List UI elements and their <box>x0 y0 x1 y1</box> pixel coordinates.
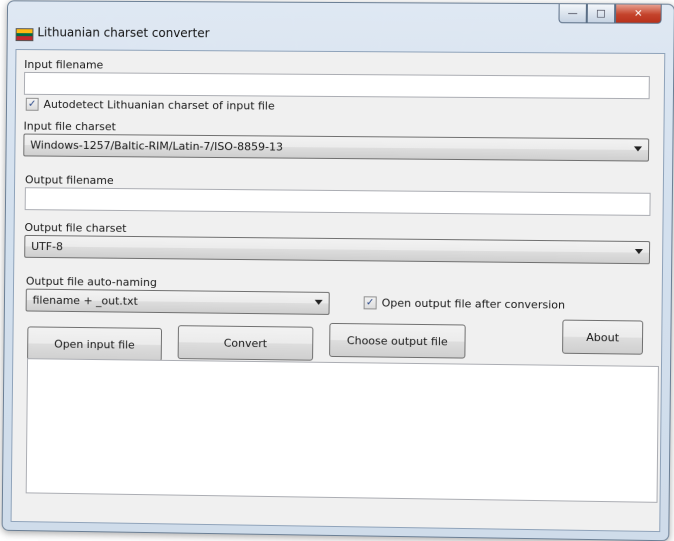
autodetect-checkbox[interactable]: ✓ Autodetect Lithuanian charset of input… <box>25 97 275 113</box>
input-filename-field[interactable] <box>23 71 650 100</box>
maximize-button[interactable]: □ <box>586 4 616 24</box>
checkbox-check-icon: ✓ <box>363 296 377 310</box>
log-output-area[interactable] <box>25 358 659 503</box>
output-charset-value: UTF-8 <box>31 239 63 254</box>
close-button[interactable]: ✕ <box>615 4 662 24</box>
convert-button[interactable]: Convert <box>177 325 314 361</box>
open-after-checkbox[interactable]: ✓ Open output file after conversion <box>363 296 566 312</box>
input-charset-value: Windows-1257/Baltic-RIM/Latin-7/ISO-8859… <box>30 138 284 154</box>
client-area: Input filename ✓ Autodetect Lithuanian c… <box>10 49 666 533</box>
autodetect-label: Autodetect Lithuanian charset of input f… <box>43 97 275 113</box>
checkbox-check-icon: ✓ <box>25 97 39 111</box>
title-bar[interactable]: Lithuanian charset converter — □ ✕ <box>8 1 674 45</box>
open-after-label: Open output file after conversion <box>381 296 566 312</box>
auto-naming-value: filename + _out.txt <box>32 293 138 308</box>
close-icon: ✕ <box>634 8 643 20</box>
output-filename-field[interactable] <box>24 187 651 216</box>
auto-naming-select[interactable]: filename + _out.txt <box>25 288 330 315</box>
window-controls: — □ ✕ <box>558 4 662 25</box>
auto-naming-label: Output file auto-naming <box>25 274 157 290</box>
output-charset-label: Output file charset <box>24 221 127 235</box>
about-button[interactable]: About <box>562 319 644 355</box>
output-charset-select[interactable]: UTF-8 <box>24 234 651 265</box>
output-filename-label: Output filename <box>24 173 114 188</box>
minimize-button[interactable]: — <box>558 4 587 24</box>
chevron-down-icon <box>634 248 643 255</box>
input-filename-label: Input filename <box>24 58 104 72</box>
chevron-down-icon <box>633 146 643 152</box>
choose-output-file-button[interactable]: Choose output file <box>329 322 466 359</box>
maximize-icon: □ <box>596 7 606 19</box>
minimize-icon: — <box>567 7 578 19</box>
lithuanian-flag-icon <box>15 28 34 42</box>
chevron-down-icon <box>314 299 323 305</box>
input-charset-label: Input file charset <box>23 119 116 134</box>
window-title: Lithuanian charset converter <box>37 25 210 41</box>
app-window: Lithuanian charset converter — □ ✕ Input… <box>1 0 674 541</box>
open-input-file-button[interactable]: Open input file <box>27 326 163 362</box>
input-charset-select[interactable]: Windows-1257/Baltic-RIM/Latin-7/ISO-8859… <box>23 133 650 162</box>
